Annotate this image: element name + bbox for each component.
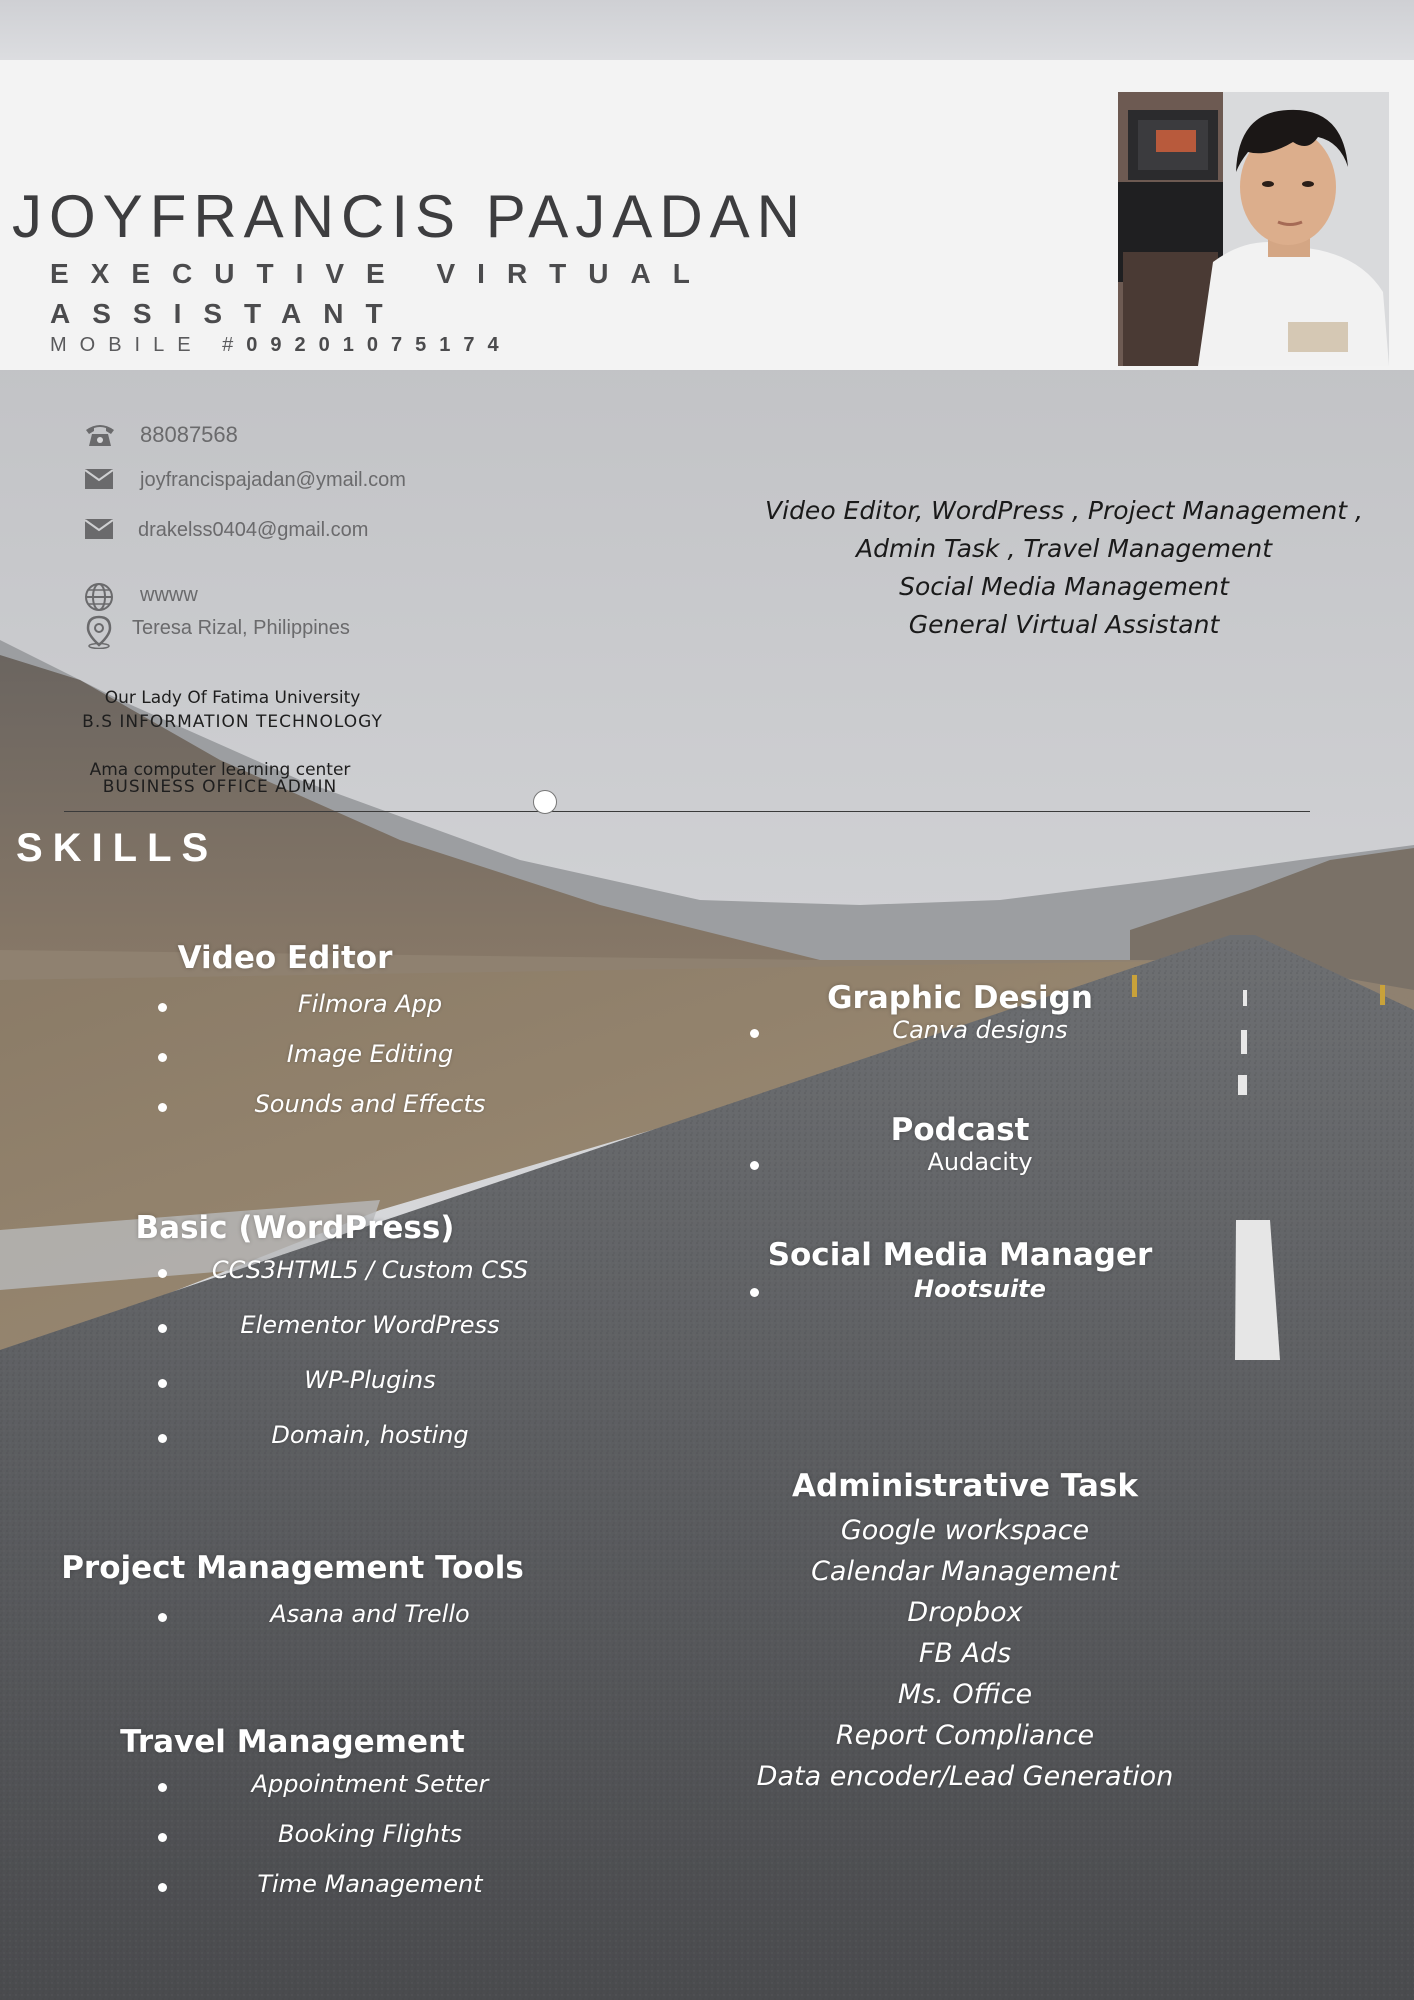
skill-group-title: Basic (WordPress): [135, 1210, 455, 1246]
skill-item-text: Asana and Trello: [270, 1600, 470, 1628]
education-entry: Ama computer learning center BUSINESS OF…: [70, 760, 370, 797]
skill-group-administrative: Administrative Task Google workspace Cal…: [740, 1468, 1190, 1797]
degree: B.S INFORMATION TECHNOLOGY: [82, 712, 383, 732]
skill-item: Booking Flights: [120, 1820, 620, 1870]
bullet-icon: [158, 1103, 167, 1112]
skill-group-title: Project Management Tools: [61, 1550, 524, 1586]
skill-item: CCS3HTML5 / Custom CSS: [120, 1256, 620, 1311]
skill-group-wordpress: Basic (WordPress) CCS3HTML5 / Custom CSS…: [120, 1210, 620, 1476]
skill-item-text: Canva designs: [892, 1016, 1068, 1044]
mail-icon: [84, 467, 114, 497]
summary-line: Social Media Management: [899, 572, 1229, 601]
skill-item: Asana and Trello: [120, 1600, 620, 1650]
skill-group-title: Travel Management: [120, 1724, 465, 1760]
skill-item: Google workspace: [840, 1515, 1090, 1546]
degree: BUSINESS OFFICE ADMIN: [102, 777, 338, 797]
skill-item: Canva designs: [740, 1016, 1180, 1056]
skill-item-text: Hootsuite: [914, 1275, 1046, 1303]
skill-item-text: Image Editing: [286, 1040, 454, 1068]
email-secondary[interactable]: drakelss0404@gmail.com: [138, 519, 368, 542]
skill-item: Ms. Office: [897, 1679, 1033, 1710]
skill-item-text: Elementor WordPress: [240, 1311, 500, 1339]
skill-item: Report Compliance: [835, 1720, 1095, 1751]
bullet-icon: [750, 1288, 759, 1297]
bullet-icon: [158, 1379, 167, 1388]
skill-item-text: Time Management: [257, 1870, 483, 1898]
skill-group-social-media: Social Media Manager Hootsuite: [740, 1237, 1180, 1315]
school-name: Our Lady Of Fatima University: [104, 688, 361, 708]
skill-item: Dropbox: [907, 1597, 1023, 1628]
skill-group-video-editor: Video Editor Filmora App Image Editing S…: [120, 940, 620, 1140]
skill-item: WP-Plugins: [120, 1366, 620, 1421]
summary-line: General Virtual Assistant: [908, 610, 1220, 639]
skill-item-text: Appointment Setter: [251, 1770, 489, 1798]
job-title: EXECUTIVE VIRTUAL ASSISTANT: [50, 258, 712, 329]
skills-heading: SKILLS: [16, 826, 219, 870]
skill-group-title: Podcast: [890, 1112, 1030, 1148]
top-band: [0, 0, 1414, 60]
skill-item: Appointment Setter: [120, 1770, 620, 1820]
skill-item: Image Editing: [120, 1040, 620, 1090]
skill-item-text: Booking Flights: [278, 1820, 462, 1848]
mobile-label: MOBILE #: [50, 334, 247, 356]
divider-dot: [533, 790, 557, 814]
location-text: Teresa Rizal, Philippines: [132, 617, 350, 639]
mobile-value: 09201075174: [246, 334, 512, 356]
skill-group-graphic-design: Graphic Design Canva designs: [740, 980, 1180, 1056]
skill-item-text: Domain, hosting: [271, 1421, 469, 1449]
globe-icon: [84, 582, 114, 612]
skill-item-text: CCS3HTML5 / Custom CSS: [211, 1256, 529, 1284]
profile-photo: [1118, 92, 1389, 366]
skill-item: Domain, hosting: [120, 1421, 620, 1476]
skill-item: Elementor WordPress: [120, 1311, 620, 1366]
bullet-icon: [158, 1833, 167, 1842]
skill-item: Time Management: [120, 1870, 620, 1920]
education-entry: Our Lady Of Fatima University B.S INFORM…: [60, 688, 405, 732]
services-summary: Video Editor, WordPress , Project Manage…: [740, 492, 1388, 644]
skill-item-text: Sounds and Effects: [254, 1090, 486, 1118]
phone-icon: [84, 420, 114, 450]
email-primary[interactable]: joyfrancispajadan@ymail.com: [140, 469, 406, 492]
bullet-icon: [158, 1324, 167, 1333]
skill-item-text: Filmora App: [297, 990, 443, 1018]
bullet-icon: [750, 1161, 759, 1170]
skill-item: Sounds and Effects: [120, 1090, 620, 1140]
candidate-name: JOYFRANCIS PAJADAN: [12, 183, 807, 250]
skill-group-title: Graphic Design: [827, 980, 1093, 1016]
mail-icon: [84, 517, 114, 547]
section-divider: [64, 811, 1310, 812]
skill-item: Calendar Management: [811, 1556, 1119, 1587]
bullet-icon: [158, 1783, 167, 1792]
bullet-icon: [158, 1053, 167, 1062]
skill-item: Audacity: [740, 1148, 1180, 1188]
skill-group-title: Video Editor: [177, 940, 393, 976]
skill-item: Data encoder/Lead Generation: [756, 1761, 1174, 1792]
website-url[interactable]: wwww: [140, 584, 198, 607]
phone-number: 88087568: [140, 422, 238, 447]
skill-group-project-management: Project Management Tools Asana and Trell…: [61, 1550, 620, 1650]
skill-group-travel-management: Travel Management Appointment Setter Boo…: [120, 1724, 620, 1920]
location-pin-icon: [84, 615, 114, 650]
skill-group-title: Social Media Manager: [767, 1237, 1153, 1273]
bullet-icon: [750, 1029, 759, 1038]
mobile-number: MOBILE #09201075174: [50, 334, 512, 357]
bullet-icon: [158, 1883, 167, 1892]
skill-group-title: Administrative Task: [792, 1468, 1138, 1504]
summary-line: Admin Task , Travel Management: [855, 534, 1273, 563]
summary-line: Video Editor, WordPress , Project Manage…: [765, 496, 1363, 525]
bullet-icon: [158, 1003, 167, 1012]
skill-item: Hootsuite: [740, 1275, 1180, 1315]
skill-item-text: WP-Plugins: [304, 1366, 436, 1394]
bullet-icon: [158, 1434, 167, 1443]
bullet-icon: [158, 1269, 167, 1278]
bullet-icon: [158, 1613, 167, 1622]
skill-group-podcast: Podcast Audacity: [740, 1112, 1180, 1188]
skill-item: FB Ads: [918, 1638, 1012, 1669]
skill-item: Filmora App: [120, 990, 620, 1040]
skill-item-text: Audacity: [927, 1148, 1033, 1176]
